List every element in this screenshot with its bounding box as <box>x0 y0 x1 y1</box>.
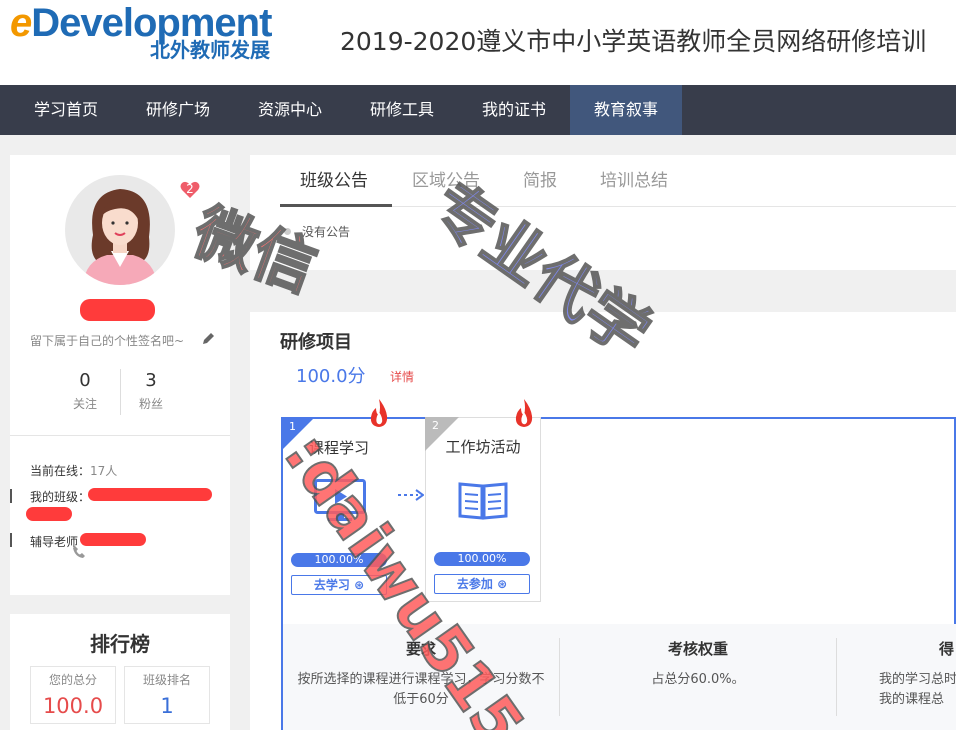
ranking-title: 排行榜 <box>90 632 150 656</box>
tab-briefings[interactable]: 简报 <box>523 169 557 193</box>
following-label: 关注 <box>72 397 97 411</box>
phone-icon <box>73 546 85 558</box>
tutor-marker <box>10 533 12 547</box>
score-text: 我的学习总时我的课程总 <box>879 672 956 707</box>
redacted-class-link <box>26 507 72 521</box>
hot-fire-icon <box>370 399 388 427</box>
score-column: 得 我的学习总时我的课程总 <box>863 624 956 730</box>
class-marker <box>10 489 12 503</box>
total-score-value: 100.0 <box>42 694 104 718</box>
fans-label: 粉丝 <box>138 397 163 411</box>
monitor-play-icon <box>314 479 366 521</box>
requirement-text: 按所选择的课程进行课程学习，学习分数不低于60分 <box>297 672 545 707</box>
notification-heart-badge[interactable]: 2 <box>180 181 200 199</box>
requirement-column: 要求 按所选择的课程进行课程学习，学习分数不低于60分 <box>283 624 559 730</box>
tutor-label: 辅导老师 <box>30 535 79 549</box>
task-name: 课程学习 <box>308 439 369 457</box>
task-progress: 100.00% <box>291 553 387 567</box>
weight-column: 考核权重 占总分60.0%。 <box>560 624 836 730</box>
go-participate-button[interactable]: 去参加 ⊛ <box>434 574 530 594</box>
nav-item-home[interactable]: 学习首页 <box>10 85 122 135</box>
task-card-course-study: 1 课程学习 100.00% 去学习 ⊛ <box>281 417 395 602</box>
online-info: 当前在线：17人 <box>30 464 118 478</box>
project-score: 100.0分 <box>296 366 366 387</box>
tab-training-summary[interactable]: 培训总结 <box>600 169 668 193</box>
header: eDevelopment 北外教师发展 2019-2020遵义市中小学英语教师全… <box>0 0 956 85</box>
following-count: 0 <box>79 370 91 391</box>
fans-count: 3 <box>145 370 157 391</box>
class-rank-value: 1 <box>160 694 174 718</box>
dashed-arrow-icon <box>398 489 424 501</box>
redacted-username <box>80 299 155 321</box>
tab-class-announcements[interactable]: 班级公告 <box>300 169 368 193</box>
project-title: 研修项目 <box>280 332 352 353</box>
go-study-button[interactable]: 去学习 ⊛ <box>291 575 387 595</box>
nav-item-narrative[interactable]: 教育叙事 <box>570 85 682 135</box>
signature-text: 留下属于自己的个性签名吧~ <box>30 334 185 348</box>
task-card-workshop: 2 工作坊活动 100.00% 去参加 ⊛ <box>425 417 541 602</box>
task-progress: 100.00% <box>434 552 530 566</box>
circle-arrow-icon: ⊛ <box>354 578 365 592</box>
empty-announcement-text: 没有公告 <box>302 225 351 239</box>
announcement-panel: 班级公告 区域公告 简报 培训总结 没有公告 <box>250 155 956 270</box>
edevelopment-logo[interactable]: eDevelopment 北外教师发展 <box>10 2 300 64</box>
task-number: 1 <box>289 420 296 433</box>
task-number: 2 <box>432 419 439 432</box>
nav-item-tools[interactable]: 研修工具 <box>346 85 458 135</box>
badge-count: 2 <box>186 182 194 196</box>
redacted-class-name <box>88 488 212 501</box>
following-stat[interactable]: 0 关注 <box>55 367 115 413</box>
pencil-icon[interactable] <box>200 331 216 347</box>
column-divider <box>836 638 837 716</box>
circle-arrow-icon: ⊛ <box>497 577 508 591</box>
bullet-dot <box>284 228 291 235</box>
score-heading: 得 <box>938 640 954 658</box>
follow-stats: 0 关注 3 粉丝 <box>55 367 195 417</box>
total-score-label: 您的总分 <box>48 673 97 687</box>
avatar[interactable] <box>65 175 175 285</box>
total-score-box: 您的总分 100.0 <box>30 666 116 724</box>
project-detail-link[interactable]: 详情 <box>390 368 414 385</box>
site-title: 2019-2020遵义市中小学英语教师全员网络研修培训 <box>340 27 927 56</box>
redacted-tutor-name <box>80 533 146 546</box>
nav-item-certificates[interactable]: 我的证书 <box>458 85 570 135</box>
profile-card: 2 留下属于自己的个性签名吧~ 0 关注 3 粉丝 当前在线：17人 我的班级：… <box>10 155 230 595</box>
class-rank-label: 班级排名 <box>142 673 191 687</box>
tab-regional-announcements[interactable]: 区域公告 <box>412 169 480 193</box>
requirement-heading: 要求 <box>405 640 436 658</box>
online-count: 17人 <box>90 464 118 478</box>
avatar-illustration <box>83 189 157 285</box>
weight-heading: 考核权重 <box>667 640 728 658</box>
logo-subtitle: 北外教师发展 <box>150 38 270 62</box>
task-name: 工作坊活动 <box>445 438 521 456</box>
nav-item-resources[interactable]: 资源中心 <box>234 85 346 135</box>
card-divider <box>10 435 230 436</box>
announcement-tabs: 班级公告 区域公告 简报 培训总结 <box>280 155 956 207</box>
project-panel: 研修项目 100.0分 详情 1 课程学习 100.00% 去学习 ⊛ 2 工作… <box>250 312 956 730</box>
fans-stat[interactable]: 3 粉丝 <box>121 367 181 413</box>
active-tab-underline <box>280 204 392 207</box>
class-rank-box: 班级排名 1 <box>124 666 210 724</box>
class-label: 我的班级： <box>30 490 91 504</box>
requirements-area: 要求 按所选择的课程进行课程学习，学习分数不低于60分 考核权重 占总分60.0… <box>283 624 956 730</box>
nav-item-plaza[interactable]: 研修广场 <box>122 85 234 135</box>
hot-fire-icon <box>515 399 533 427</box>
main-nav: 学习首页 研修广场 资源中心 研修工具 我的证书 教育叙事 <box>0 85 956 135</box>
open-book-icon <box>458 482 508 520</box>
weight-text: 占总分60.0%。 <box>651 672 745 687</box>
ranking-card: 排行榜 您的总分 100.0 班级排名 1 <box>10 614 230 730</box>
